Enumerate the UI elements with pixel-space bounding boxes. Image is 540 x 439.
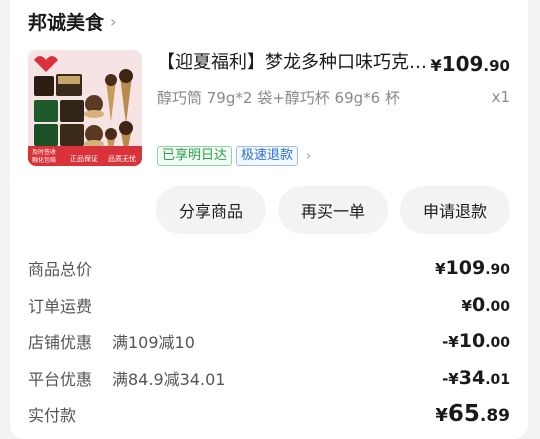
- summary-row-paid: 实付款 ¥65.89: [28, 396, 510, 433]
- tag-fast-refund: 极速退款: [236, 146, 299, 166]
- order-card: 邦诚美食 › 及时签收 融化包赔 正品保证 品质无忧 【迎夏福利】梦龙多种口味巧…: [10, 0, 528, 439]
- summary-row-subtotal: 商品总价 ¥109.90: [28, 250, 510, 287]
- amount-decimal: .90: [485, 262, 510, 279]
- row-amount: -¥10.00: [442, 330, 510, 352]
- shop-name[interactable]: 邦诚美食: [28, 8, 104, 35]
- service-tags[interactable]: 已享明日达 极速退款 ›: [157, 146, 311, 166]
- thumb-overlay-text: 正品保证: [70, 154, 98, 163]
- amount-integer: 109: [445, 257, 486, 280]
- amount-symbol: ¥: [435, 405, 448, 427]
- row-label: 平台优惠: [28, 369, 93, 389]
- product-thumbnail[interactable]: 及时签收 融化包赔 正品保证 品质无忧: [28, 50, 142, 166]
- amount-decimal: .01: [485, 371, 510, 388]
- row-label: 店铺优惠: [28, 333, 93, 353]
- chevron-right-icon: ›: [306, 148, 312, 164]
- amount-integer: 34: [458, 366, 486, 389]
- chevron-right-icon: ›: [110, 11, 117, 31]
- summary-row-store-discount: 店铺优惠 满109减10 -¥10.00: [28, 323, 510, 360]
- request-refund-button[interactable]: 申请退款: [400, 186, 510, 234]
- amount-decimal: .00: [485, 298, 510, 315]
- price-symbol: ¥: [430, 56, 442, 75]
- product-spec: 醇巧筒 79g*2 袋+醇巧杯 69g*6 杯: [157, 89, 400, 107]
- product-title[interactable]: 【迎夏福利】梦龙多种口味巧克力...: [157, 50, 437, 76]
- row-label: 商品总价: [28, 260, 93, 280]
- amount-integer: 10: [458, 330, 486, 353]
- summary-row-platform-discount: 平台优惠 满84.9减34.01 -¥34.01: [28, 360, 510, 397]
- summary-row-shipping: 订单运费 ¥0.00: [28, 287, 510, 324]
- thumb-overlay-text: 及时签收: [32, 148, 56, 156]
- tag-next-day-delivery: 已享明日达: [157, 146, 233, 166]
- share-product-button[interactable]: 分享商品: [156, 186, 266, 234]
- amount-integer: 0: [471, 293, 486, 316]
- row-amount: ¥0.00: [462, 294, 510, 316]
- amount-symbol: -¥: [442, 333, 459, 352]
- amount-symbol: ¥: [461, 296, 472, 315]
- amount-decimal: .00: [485, 335, 510, 352]
- action-buttons: 分享商品 再买一单 申请退款: [156, 186, 510, 234]
- row-amount: ¥65.89: [435, 401, 510, 427]
- thumb-overlay-text: 品质无忧: [108, 154, 136, 163]
- thumb-overlay-text: 融化包赔: [32, 156, 56, 164]
- amount-integer: 65: [447, 401, 480, 428]
- row-label: 实付款: [28, 406, 77, 426]
- shop-header[interactable]: 邦诚美食 ›: [28, 6, 116, 36]
- product-quantity: x1: [491, 88, 510, 106]
- amount-decimal: .89: [479, 406, 510, 427]
- row-amount: -¥34.01: [442, 367, 510, 389]
- product-image: 及时签收 融化包赔 正品保证 品质无忧: [28, 50, 142, 166]
- price-integer: 109: [441, 52, 484, 76]
- amount-symbol: -¥: [442, 369, 459, 388]
- amount-symbol: ¥: [435, 260, 446, 279]
- price-decimal: .90: [483, 57, 510, 75]
- row-description: 满84.9减34.01: [112, 369, 226, 389]
- row-label: 订单运费: [28, 296, 93, 316]
- product-price: ¥109.90: [431, 52, 510, 76]
- buy-again-button[interactable]: 再买一单: [278, 186, 388, 234]
- row-amount: ¥109.90: [435, 257, 510, 279]
- row-description: 满109减10: [112, 333, 195, 353]
- price-summary: 商品总价 ¥109.90 订单运费 ¥0.00 店铺优惠 满109减10 -¥1…: [28, 250, 510, 433]
